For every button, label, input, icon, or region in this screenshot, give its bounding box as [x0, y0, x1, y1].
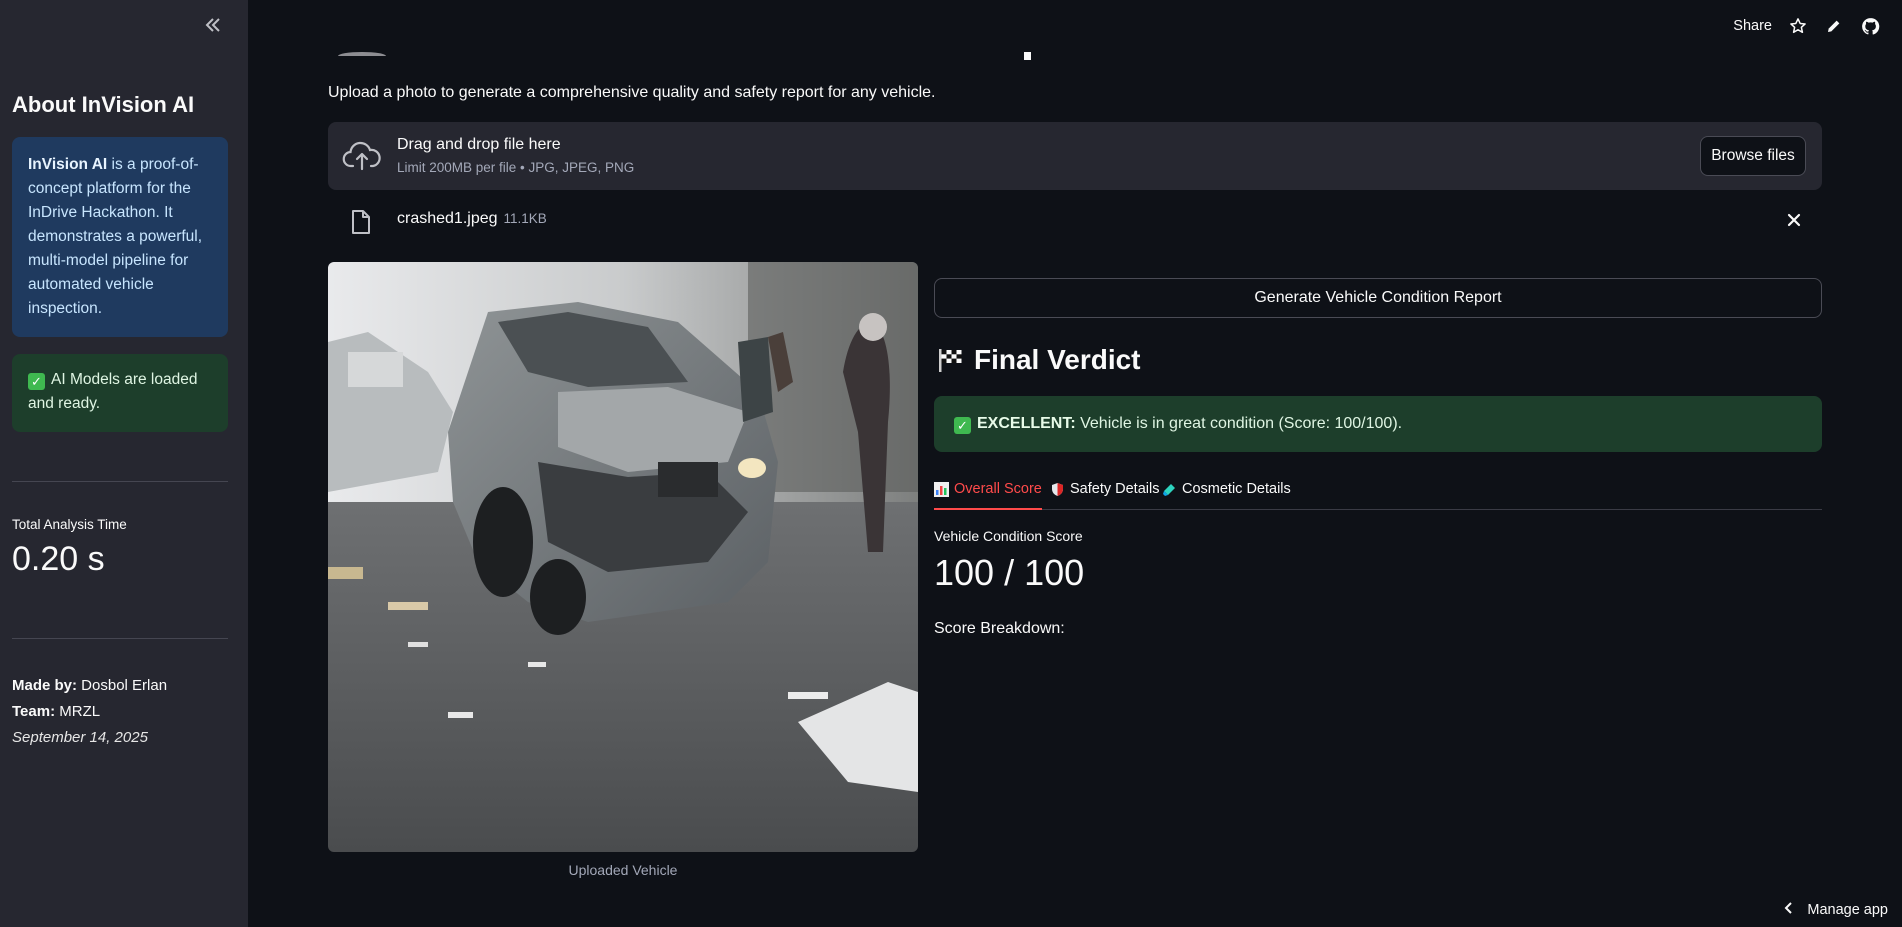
verdict-heading: Final Verdict: [936, 344, 1141, 376]
team-value: MRZL: [55, 703, 101, 720]
bar-chart-icon: [934, 482, 949, 497]
close-icon[interactable]: [1782, 210, 1806, 234]
verdict-title: Final Verdict: [974, 344, 1141, 375]
image-caption: Uploaded Vehicle: [568, 862, 678, 878]
brand-name: InVision AI: [28, 156, 108, 173]
double-chevron-left-icon[interactable]: [202, 14, 224, 36]
file-dropzone[interactable]: Drag and drop file here Limit 200MB per …: [328, 122, 1822, 190]
checkered-flag-icon: [936, 347, 964, 373]
file-icon: [350, 209, 372, 235]
models-status-box: ✓ AI Models are loaded and ready.: [12, 354, 228, 432]
credits: Made by: Dosbol Erlan Team: MRZL Septemb…: [12, 673, 167, 751]
page-subtitle: Upload a photo to generate a comprehensi…: [328, 84, 936, 101]
divider: [12, 638, 228, 639]
dropzone-limits: Limit 200MB per file • JPG, JPEG, PNG: [397, 160, 635, 175]
analysis-time-value: 0.20 s: [12, 540, 105, 578]
sidebar: About InVision AI InVision AI is a proof…: [0, 0, 248, 927]
score-label: Vehicle Condition Score: [934, 528, 1083, 544]
file-size: 11.1KB: [503, 211, 547, 226]
dropzone-title: Drag and drop file here: [397, 136, 561, 153]
team-label: Team:: [12, 703, 56, 720]
uploaded-vehicle-image: [328, 262, 918, 852]
star-icon[interactable]: [1788, 16, 1808, 36]
models-status-text: AI Models are loaded and ready.: [28, 371, 198, 412]
file-name-text: crashed1.jpeg: [397, 210, 498, 227]
made-by-label: Made by:: [12, 677, 78, 694]
check-icon: ✓: [28, 373, 45, 390]
analysis-time-label: Total Analysis Time: [12, 517, 127, 532]
verdict-status-text: Vehicle is in great condition (Score: 10…: [1075, 415, 1403, 432]
tab-label: Safety Details: [1070, 481, 1160, 497]
about-text: is a proof-of-concept platform for the I…: [28, 156, 203, 317]
made-by-value: Dosbol Erlan: [77, 677, 168, 694]
credits-date: September 14, 2025: [12, 729, 148, 746]
tab-label: Cosmetic Details: [1182, 481, 1291, 497]
browse-files-button[interactable]: Browse files: [1700, 136, 1806, 176]
verdict-status-box: ✓ EXCELLENT: Vehicle is in great conditio…: [934, 396, 1822, 452]
tab-label: Overall Score: [954, 481, 1042, 497]
share-button[interactable]: Share: [1733, 18, 1772, 34]
about-info-box: InVision AI is a proof-of-concept platfo…: [12, 137, 228, 337]
score-value: 100 / 100: [934, 552, 1085, 593]
tab-overall-score[interactable]: Overall Score: [934, 476, 1042, 510]
paint-icon: [1162, 482, 1177, 497]
uploaded-file-row: crashed1.jpeg 11.1KB: [328, 204, 1822, 240]
page-title-partial: [328, 30, 1128, 62]
top-toolbar: Share: [1733, 14, 1880, 38]
edit-icon[interactable]: [1824, 16, 1844, 36]
check-icon: ✓: [954, 417, 971, 434]
manage-app-button[interactable]: Manage app: [1783, 901, 1888, 919]
tab-cosmetic-details[interactable]: Cosmetic Details: [1162, 476, 1291, 510]
sidebar-title: About InVision AI: [12, 92, 195, 117]
manage-app-label: Manage app: [1807, 902, 1888, 918]
report-tabs: Overall Score Safety Details Cosmetic De…: [934, 476, 1822, 510]
verdict-status-label: EXCELLENT:: [977, 415, 1076, 432]
chevron-left-icon: [1783, 901, 1793, 919]
github-icon[interactable]: [1860, 16, 1880, 36]
tab-safety-details[interactable]: Safety Details: [1050, 476, 1159, 510]
shield-icon: [1050, 482, 1065, 497]
divider: [12, 481, 228, 482]
generate-report-button[interactable]: Generate Vehicle Condition Report: [934, 278, 1822, 318]
cloud-upload-icon: [342, 138, 382, 174]
score-breakdown-label: Score Breakdown:: [934, 620, 1065, 637]
file-name: crashed1.jpeg 11.1KB: [397, 210, 547, 228]
